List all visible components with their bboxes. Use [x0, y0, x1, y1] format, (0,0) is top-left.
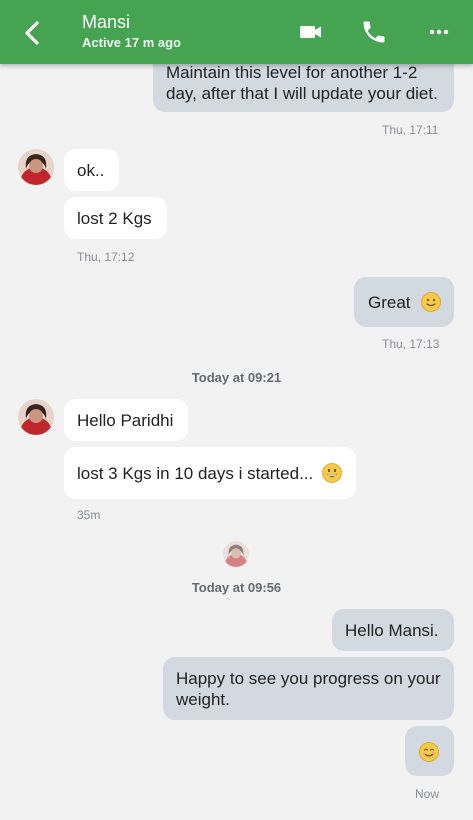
message-timestamp: 35m: [77, 508, 101, 522]
message-text: Maintain this level for another 1-2 day,…: [166, 63, 438, 103]
message-text: Great: [368, 293, 411, 312]
message-text: ok..: [77, 161, 105, 180]
outgoing-message[interactable]: [405, 726, 454, 776]
message-text: Hello Mansi.: [345, 621, 439, 640]
back-arrow-icon[interactable]: [18, 18, 48, 48]
message-text: Happy to see you progress on your weight…: [176, 669, 441, 709]
contact-avatar[interactable]: [18, 399, 54, 435]
smile-emoji-icon: [421, 292, 442, 312]
outgoing-message[interactable]: Happy to see you progress on your weight…: [163, 657, 454, 720]
contact-name: Mansi: [82, 12, 131, 32]
contact-info[interactable]: Mansi Active 17 m ago: [82, 12, 181, 50]
contact-avatar[interactable]: [18, 149, 54, 185]
message-list[interactable]: Maintain this level for another 1-2 day,…: [0, 0, 473, 820]
outgoing-message[interactable]: Hello Mansi.: [332, 609, 454, 651]
contact-status: Active 17 m ago: [82, 35, 181, 50]
chat-header: Mansi Active 17 m ago: [0, 0, 473, 64]
phone-call-icon[interactable]: [360, 18, 388, 46]
message-timestamp: Now: [415, 787, 440, 801]
incoming-message[interactable]: lost 2 Kgs: [64, 197, 167, 239]
outgoing-message[interactable]: Great: [354, 277, 454, 327]
message-timestamp: Thu, 17:12: [77, 250, 135, 264]
video-call-icon[interactable]: [297, 18, 325, 46]
date-separator: Today at 09:21: [191, 370, 282, 385]
grinning-emoji-icon: [322, 463, 342, 483]
message-text: Hello Paridhi: [77, 411, 174, 430]
message-timestamp: Thu, 17:13: [382, 337, 440, 351]
message-text: lost 3 Kgs in 10 days i started...: [77, 464, 314, 483]
incoming-message[interactable]: Hello Paridhi: [64, 399, 188, 441]
more-options-icon[interactable]: [425, 18, 453, 46]
message-timestamp: Thu, 17:11: [382, 123, 439, 137]
blush-emoji-icon: [419, 741, 439, 762]
seen-avatar: [223, 541, 249, 567]
incoming-message[interactable]: lost 3 Kgs in 10 days i started...: [64, 447, 356, 499]
incoming-message[interactable]: ok..: [64, 149, 119, 191]
date-separator: Today at 09:56: [191, 580, 282, 595]
message-text: lost 2 Kgs: [77, 209, 152, 228]
